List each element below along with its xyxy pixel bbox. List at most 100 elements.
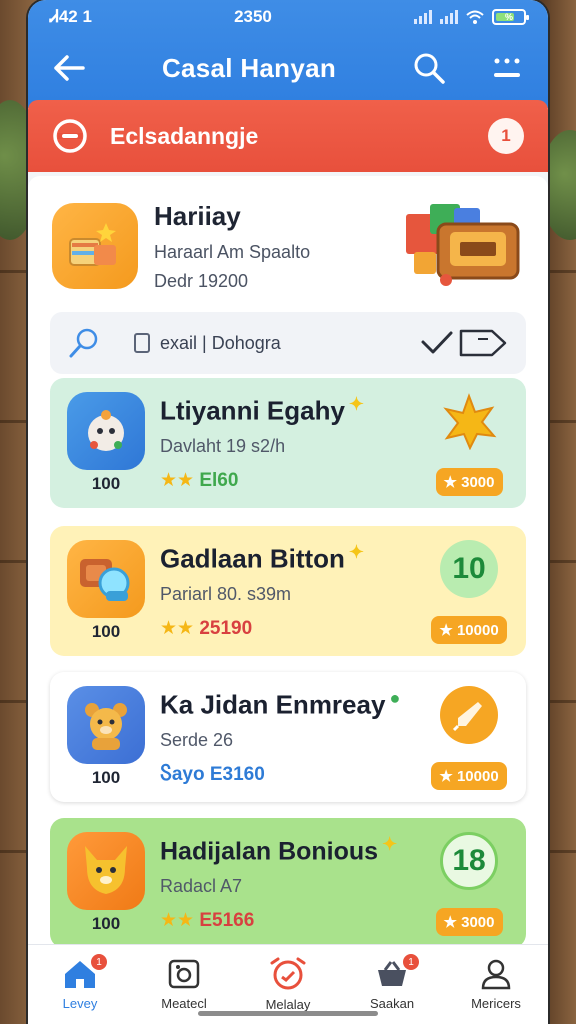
tab-label: Levey [62, 996, 98, 1011]
user-icon [481, 959, 511, 990]
search-field[interactable]: exail | Dohogra [134, 333, 420, 354]
reward-amount: 3000 [461, 474, 495, 491]
tab-media[interactable]: Meatecl [139, 958, 229, 1011]
tab-messages[interactable]: Melalay [243, 957, 333, 1012]
sparkle-icon: ✦ [382, 833, 398, 854]
signal-icon [414, 10, 432, 24]
sparkle-icon: ✦ [348, 541, 364, 562]
card-subtitle: Davlaht 19 s2/h [160, 436, 286, 457]
clock-text: 2350 [234, 7, 272, 26]
rocket-icon [452, 702, 482, 732]
card-body: Gadlaan Bitton ✦ Pariarl 80. s39m ★★ 2519… [160, 542, 426, 641]
treasure-chest-icon [406, 204, 520, 286]
card-title: Hadijalan Bonious ✦ [160, 834, 426, 866]
card-right: 10 ★ 10000 [426, 526, 512, 656]
tab-label: Mericers [471, 996, 521, 1011]
rating-value: 25190 [199, 618, 253, 640]
tab-profile[interactable]: Mericers [451, 958, 541, 1011]
card-left: 100 [64, 686, 148, 788]
card-title: Ka Jidan Enmreay ● [160, 688, 426, 721]
reward-pill[interactable]: ★ 10000 [431, 616, 507, 644]
bear-icon [85, 703, 127, 750]
card-subtitle: Serde 26 [160, 730, 234, 751]
card-title-text: Hadijalan Bonious [160, 837, 379, 866]
profile-name: Hariiay [154, 200, 241, 231]
nav-row: Casal Hanyan [28, 44, 548, 92]
menu-button[interactable] [488, 49, 526, 87]
search-button[interactable] [410, 49, 448, 87]
banner-label: Eclsadanngje [110, 122, 259, 149]
photo-icon [168, 959, 200, 989]
fox-icon [85, 846, 127, 894]
card-rating: Ⴝayo E3160 [160, 763, 426, 786]
reward-card[interactable]: 100 Ka Jidan Enmreay ● Serde 26 Ⴝayo E316… [50, 672, 526, 802]
pin-icon [69, 328, 98, 358]
flashlight-icon [80, 559, 130, 601]
reward-amount: 3000 [461, 914, 495, 931]
reward-card[interactable]: 100 Hadijalan Bonious ✦ Radacl A7 ★★ E516… [50, 818, 526, 948]
star-icons: ★★ [160, 618, 195, 640]
notification-count-badge: 1 [488, 118, 524, 154]
home-indicator[interactable] [198, 1011, 378, 1016]
card-left: 100 [64, 832, 148, 934]
battery-icon: % [492, 9, 529, 25]
reward-pill[interactable]: ★ 3000 [435, 908, 503, 936]
tab-label: Melalay [265, 997, 311, 1012]
tab-shop[interactable]: 1 Saakan [347, 954, 437, 1011]
alarm-clock-icon [270, 957, 306, 990]
gift-box-icon [69, 223, 116, 266]
tab-badge: 1 [91, 954, 107, 970]
star-icons: ★★ [160, 470, 195, 492]
tag-icon[interactable] [458, 327, 508, 359]
sparkle-icon: ● [389, 687, 401, 708]
main-content: Hariiay Haraarl Am Spaalto Dedr 19200 ex… [28, 176, 548, 948]
notification-banner[interactable]: Eclsadanngje 1 [28, 100, 548, 172]
search-text: exail | Dohogra [160, 332, 281, 353]
card-body: Ltiyanni Egahy ✦ Davlaht 19 s2/h ★★ El60 [160, 394, 426, 493]
menu-icon [494, 58, 520, 77]
tab-home[interactable]: 1 Levey [35, 954, 125, 1011]
card-title: Ltiyanni Egahy ✦ [160, 394, 426, 427]
page-title: Casal Hanyan [161, 52, 337, 83]
star-icons: ★★ [160, 910, 195, 932]
card-level: 100 [91, 914, 121, 933]
back-arrow-icon [54, 55, 85, 81]
reward-pill[interactable]: ★ 3000 [435, 468, 503, 496]
creature-icon [88, 410, 124, 451]
rocket-badge [440, 686, 498, 744]
search-icon [414, 53, 445, 84]
rating-value: E5166 [199, 910, 255, 932]
sparkle-icon: ✦ [348, 393, 365, 414]
rating-value: El60 [199, 470, 239, 492]
reward-card[interactable]: 100 Ltiyanni Egahy ✦ Davlaht 19 s2/h ★★ E… [50, 378, 526, 508]
card-icon [67, 686, 145, 764]
card-icon [67, 392, 145, 470]
star-burst-icon [443, 393, 497, 450]
reward-amount: 10000 [456, 622, 499, 639]
signal-icon [440, 10, 458, 24]
profile-avatar [52, 203, 138, 289]
card-subtitle: Pariarl 80. s39m [160, 584, 292, 605]
top-app-bar: Ꮧ42 1 2350 % Casal Hanyan [28, 0, 548, 108]
rating-prefix: Ⴝayo [160, 764, 205, 786]
card-icon [67, 540, 145, 618]
profile-section[interactable]: Hariiay Haraarl Am Spaalto Dedr 19200 [28, 186, 548, 306]
card-left: 100 [64, 540, 148, 642]
profile-deal: Dedr 19200 [154, 270, 249, 291]
status-bar: Ꮧ42 1 2350 % [28, 0, 548, 34]
bottom-navigation: 1 Levey Meatecl Melalay 1 Saakan Mericer… [28, 944, 548, 1024]
back-button[interactable] [50, 49, 88, 87]
card-subtitle: Radacl A7 [160, 876, 243, 897]
card-rating: ★★ 25190 [160, 617, 426, 640]
card-right: 18 ★ 3000 [426, 818, 512, 948]
tab-badge: 1 [403, 954, 419, 970]
wifi-icon [466, 10, 484, 24]
reward-pill[interactable]: ★ 10000 [431, 762, 507, 790]
check-icon[interactable] [420, 330, 454, 356]
card-title-text: Ka Jidan Enmreay [160, 689, 386, 720]
card-left: 100 [64, 392, 148, 494]
category-icon [53, 119, 87, 153]
reward-circle: 10 [440, 540, 498, 598]
reward-card[interactable]: 100 Gadlaan Bitton ✦ Pariarl 80. s39m ★★ … [50, 526, 526, 656]
search-bar[interactable]: exail | Dohogra [50, 312, 526, 374]
